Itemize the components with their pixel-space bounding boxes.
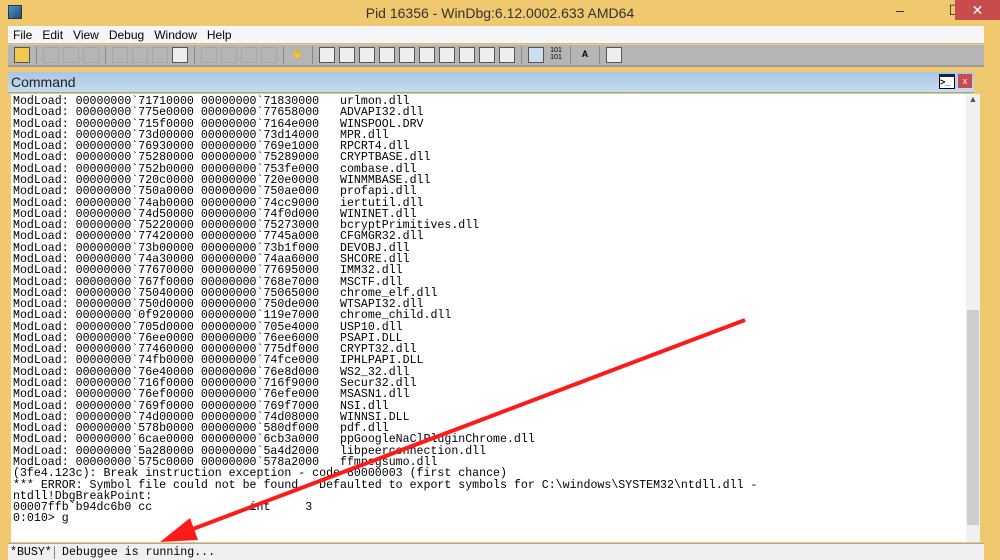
watch-icon[interactable] [339, 47, 355, 63]
output-line: 0:010> g [13, 512, 69, 526]
output-line: ModLoad: 00000000`0f920000 00000000`119e… [13, 309, 452, 323]
close-button[interactable]: ✕ [955, 0, 1000, 20]
open-folder-icon[interactable] [14, 47, 30, 63]
output-line: ModLoad: 00000000`76ef0000 00000000`76ef… [13, 388, 410, 402]
stop-debugging-icon[interactable] [152, 47, 168, 63]
separator [312, 46, 313, 64]
options-icon[interactable] [606, 47, 622, 63]
window-title: Pid 16356 - WinDbg:6.12.0002.633 AMD64 [365, 5, 635, 21]
menu-edit[interactable]: Edit [37, 26, 68, 42]
output-line: (3fe4.123c): Break instruction exception… [13, 467, 507, 481]
separator [36, 46, 37, 64]
run-to-cursor-icon[interactable] [261, 47, 277, 63]
disassembly-icon[interactable] [439, 47, 455, 63]
output-line: ModLoad: 00000000`77420000 00000000`7745… [13, 230, 424, 244]
step-over-icon[interactable] [221, 47, 237, 63]
status-text: Debuggee is running... [62, 546, 216, 559]
menu-file[interactable]: File [8, 26, 37, 42]
paste-icon[interactable] [83, 47, 99, 63]
call-stack-icon[interactable] [419, 47, 435, 63]
menu-debug[interactable]: Debug [104, 26, 149, 42]
hex-mode-icon[interactable]: 101 101 [548, 47, 564, 63]
memory-icon[interactable] [399, 47, 415, 63]
output-line: ModLoad: 00000000`750a0000 00000000`750a… [13, 185, 417, 199]
step-into-icon[interactable] [201, 47, 217, 63]
output-line: 00007ffb`b94dc6b0 cc int 3 [13, 501, 313, 515]
output-line: *** ERROR: Symbol file could not be foun… [13, 478, 765, 492]
restart-icon[interactable] [132, 47, 148, 63]
registers-icon[interactable] [379, 47, 395, 63]
step-out-icon[interactable] [241, 47, 257, 63]
vertical-scrollbar[interactable]: ▲ [966, 94, 980, 542]
separator [194, 46, 195, 64]
command-window-close-button[interactable]: x [958, 74, 972, 88]
command-window-title: Command [11, 74, 76, 90]
scroll-up-icon[interactable]: ▲ [966, 94, 980, 108]
scratch-pad-icon[interactable] [459, 47, 475, 63]
menu-view[interactable]: View [68, 26, 104, 42]
separator [105, 46, 106, 64]
font-icon[interactable]: A [577, 47, 593, 63]
minimize-button[interactable]: – [880, 0, 920, 20]
separator [521, 46, 522, 64]
detach-icon[interactable] [172, 47, 188, 63]
output-line: ModLoad: 00000000`77670000 00000000`7769… [13, 264, 403, 278]
command-output: ModLoad: 00000000`71710000 00000000`7183… [11, 94, 966, 542]
output-line: ModLoad: 00000000`775e0000 00000000`7765… [13, 106, 424, 120]
separator [570, 46, 571, 64]
source-mode-icon[interactable] [528, 47, 544, 63]
title-bar: Pid 16356 - WinDbg:6.12.0002.633 AMD64 –… [0, 0, 1000, 26]
scrollbar-thumb[interactable] [967, 310, 979, 525]
separator [599, 46, 600, 64]
go-icon[interactable] [112, 47, 128, 63]
output-line: ModLoad: 00000000`75280000 00000000`7528… [13, 151, 431, 165]
command-input-bar[interactable]: *BUSY* Debuggee is running... [8, 543, 984, 560]
command-window-icon[interactable] [319, 47, 335, 63]
command-window-header: Command >_ x [8, 72, 974, 93]
locals-icon[interactable] [359, 47, 375, 63]
toolbar: ✋ 101 101 A [8, 45, 984, 67]
break-hand-icon[interactable]: ✋ [290, 47, 306, 63]
menu-window[interactable]: Window [149, 26, 202, 42]
command-prompt-icon[interactable]: >_ [939, 74, 955, 89]
cut-icon[interactable] [43, 47, 59, 63]
busy-indicator: *BUSY* [10, 546, 55, 559]
menu-help[interactable]: Help [202, 26, 237, 42]
separator [283, 46, 284, 64]
processes-threads-icon[interactable] [479, 47, 495, 63]
menu-bar: File Edit View Debug Window Help [8, 26, 984, 44]
copy-icon[interactable] [63, 47, 79, 63]
command-browser-icon[interactable] [499, 47, 515, 63]
scroll-down-icon[interactable] [966, 528, 980, 542]
